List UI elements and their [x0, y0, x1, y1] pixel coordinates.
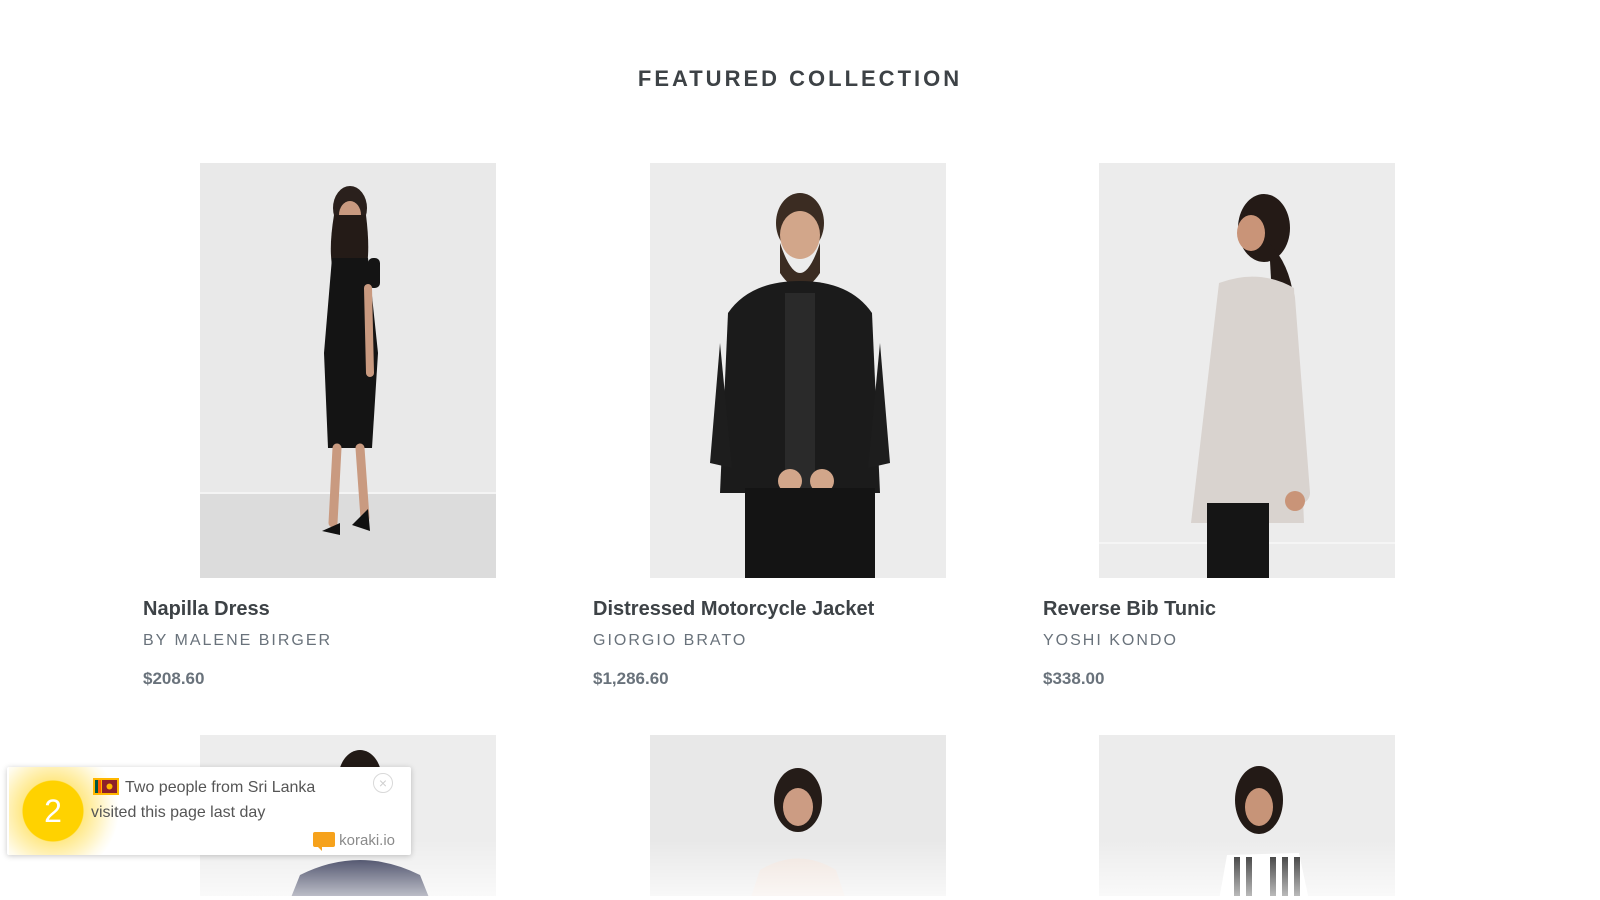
product-vendor: YOSHI KONDO: [1043, 632, 1178, 649]
product-title[interactable]: Reverse Bib Tunic: [1043, 598, 1216, 621]
product-vendor: GIORGIO BRATO: [593, 632, 748, 649]
brand-link[interactable]: koraki.io: [313, 832, 395, 851]
divider: [0, 896, 1600, 900]
visitor-message: Two people from Sri Lanka visited this p…: [91, 779, 316, 821]
visitor-count-badge: 2: [23, 781, 83, 841]
product-photo: [1099, 163, 1395, 578]
product-photo: [650, 735, 946, 900]
product-title[interactable]: Distressed Motorcycle Jacket: [593, 598, 874, 621]
brand-label: koraki.io: [339, 832, 395, 849]
product-price: $208.60: [143, 669, 205, 688]
section-title: FEATURED COLLECTION: [637, 66, 963, 91]
close-icon[interactable]: ×: [373, 773, 393, 793]
product-photo: [200, 163, 496, 578]
product-image[interactable]: [200, 163, 496, 578]
product-image[interactable]: [1099, 735, 1395, 900]
visitor-notification-popup[interactable]: 2 Two people from Sri Lanka visited this…: [7, 767, 411, 855]
product-title[interactable]: Napilla Dress: [143, 598, 270, 621]
product-price: $338.00: [1043, 669, 1105, 688]
product-vendor: BY MALENE BIRGER: [143, 632, 333, 649]
product-image[interactable]: [650, 163, 946, 578]
product-photo: [1099, 735, 1395, 900]
product-image[interactable]: [1099, 163, 1395, 578]
product-photo: [650, 163, 946, 578]
koraki-logo-icon: [313, 832, 336, 851]
product-image[interactable]: [650, 735, 946, 900]
product-price: $1,286.60: [593, 669, 669, 688]
